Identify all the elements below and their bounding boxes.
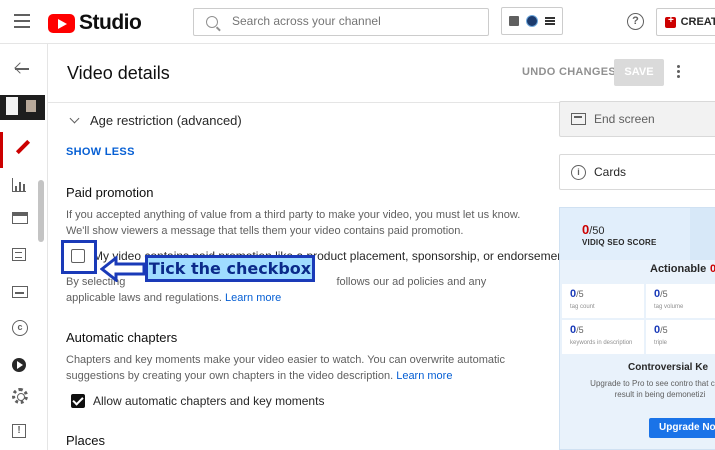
comments-icon [12, 248, 26, 261]
seo-score-max: /50 [589, 225, 605, 237]
metric-tag-volume: 0/5 tag volume [646, 284, 715, 318]
chapters-checkbox[interactable] [71, 394, 85, 408]
extension-menu-icon[interactable] [544, 17, 555, 25]
search-icon[interactable] [206, 16, 218, 28]
chapters-description: Chapters and key moments make your video… [66, 352, 536, 384]
actionable-count: 0 [710, 263, 715, 275]
paid-promotion-description: If you accepted anything of value from a… [66, 209, 521, 237]
video-thumbnail[interactable] [0, 95, 45, 120]
end-screen-button[interactable]: End screen [559, 101, 715, 137]
subtitles-icon [12, 286, 28, 298]
analytics-extension-icon[interactable] [509, 16, 520, 26]
search-input[interactable] [232, 14, 472, 28]
help-icon[interactable]: ? [627, 13, 644, 30]
actionable-label: Actionable [650, 263, 707, 275]
cards-label: Cards [594, 165, 627, 179]
thumbnail-figure-right [26, 100, 36, 112]
search-box[interactable] [193, 8, 489, 36]
copyright-icon: c [12, 320, 28, 336]
metric-value: 0/5 [654, 288, 668, 300]
annotation-highlight-box [61, 240, 97, 274]
logo-text: Studio [79, 11, 142, 34]
nav-editor[interactable] [12, 212, 32, 232]
create-video-icon [665, 15, 676, 28]
info-icon: i [571, 165, 586, 180]
left-nav: c ! [0, 44, 48, 450]
more-options-icon[interactable] [677, 65, 681, 79]
metric-value: 0/5 [654, 324, 668, 336]
show-less-button[interactable]: SHOW LESS [66, 146, 135, 158]
nav-analytics[interactable] [12, 178, 32, 198]
vidiq-panel: 0/50 VIDIQ SEO SCORE Actionable 0 0/5 ta… [559, 207, 715, 450]
back-arrow-icon[interactable] [14, 62, 30, 76]
seo-score: 0/50 [582, 222, 605, 237]
pencil-icon [15, 139, 31, 155]
places-heading: Places [66, 433, 106, 448]
undo-changes-button[interactable]: UNDO CHANGES [516, 62, 622, 84]
menu-icon[interactable] [14, 14, 30, 28]
age-restriction-toggle[interactable]: Age restriction (advanced) [90, 113, 242, 128]
thumbnail-figure-left [6, 97, 18, 115]
controversial-keywords-title: Controversial Ke [628, 362, 709, 373]
analytics-icon [12, 178, 26, 192]
extension-toolbar[interactable] [501, 7, 563, 35]
top-bar: Studio ? CREATE [0, 0, 715, 44]
metric-label: tag count [570, 304, 595, 310]
upgrade-now-button[interactable]: Upgrade No [649, 418, 715, 438]
metric-keywords-in-description: 0/5 keywords in description [562, 320, 644, 354]
save-button[interactable]: SAVE [614, 59, 664, 86]
annotation-label: Tick the checkbox [145, 255, 315, 282]
sidebar-scrollbar[interactable] [38, 180, 44, 242]
youtube-play-icon [48, 13, 75, 33]
chapters-heading: Automatic chapters [66, 330, 178, 345]
feedback-icon: ! [12, 424, 26, 438]
seo-score-label: VIDIQ SEO SCORE [582, 238, 657, 247]
nav-settings[interactable] [12, 388, 32, 408]
metric-label: triple [654, 340, 668, 346]
seo-side-panel [690, 208, 715, 260]
metric-label: tag volume [654, 304, 684, 310]
create-label: CREATE [680, 16, 715, 28]
controversial-keywords-text: Upgrade to Pro to see contro that could … [590, 379, 715, 399]
chapters-learn-more-link[interactable]: Learn more [396, 370, 452, 382]
audio-library-icon [12, 358, 26, 372]
metric-tag-count: 0/5 tag count [562, 284, 644, 318]
end-screen-label: End screen [594, 112, 655, 126]
metric-value: 0/5 [570, 324, 584, 336]
nav-audio[interactable] [12, 358, 32, 378]
paid-promotion-heading: Paid promotion [66, 185, 154, 200]
cards-button[interactable]: i Cards [559, 154, 715, 190]
end-screen-icon [571, 113, 586, 125]
film-icon [12, 212, 28, 224]
chapters-checkbox-label[interactable]: Allow automatic chapters and key moments [93, 394, 324, 408]
learn-more-link[interactable]: Learn more [225, 292, 281, 304]
nav-subtitles[interactable] [12, 286, 32, 306]
annotation-arrow-icon [100, 256, 146, 282]
nav-details[interactable] [0, 132, 32, 168]
metric-label: keywords in description [570, 340, 633, 346]
nav-copyright[interactable]: c [12, 320, 32, 340]
seo-score-box: 0/50 VIDIQ SEO SCORE [560, 208, 690, 260]
page-title: Video details [67, 63, 170, 83]
create-button[interactable]: CREATE [656, 8, 715, 36]
nav-feedback[interactable]: ! [12, 424, 32, 444]
nav-comments[interactable] [12, 248, 32, 268]
metric-triple: 0/5 triple [646, 320, 715, 354]
chevron-down-icon[interactable] [69, 113, 80, 124]
studio-logo[interactable]: Studio [48, 11, 142, 35]
vidiq-extension-icon[interactable] [525, 15, 538, 27]
metric-value: 0/5 [570, 288, 584, 300]
gear-icon [12, 388, 28, 404]
